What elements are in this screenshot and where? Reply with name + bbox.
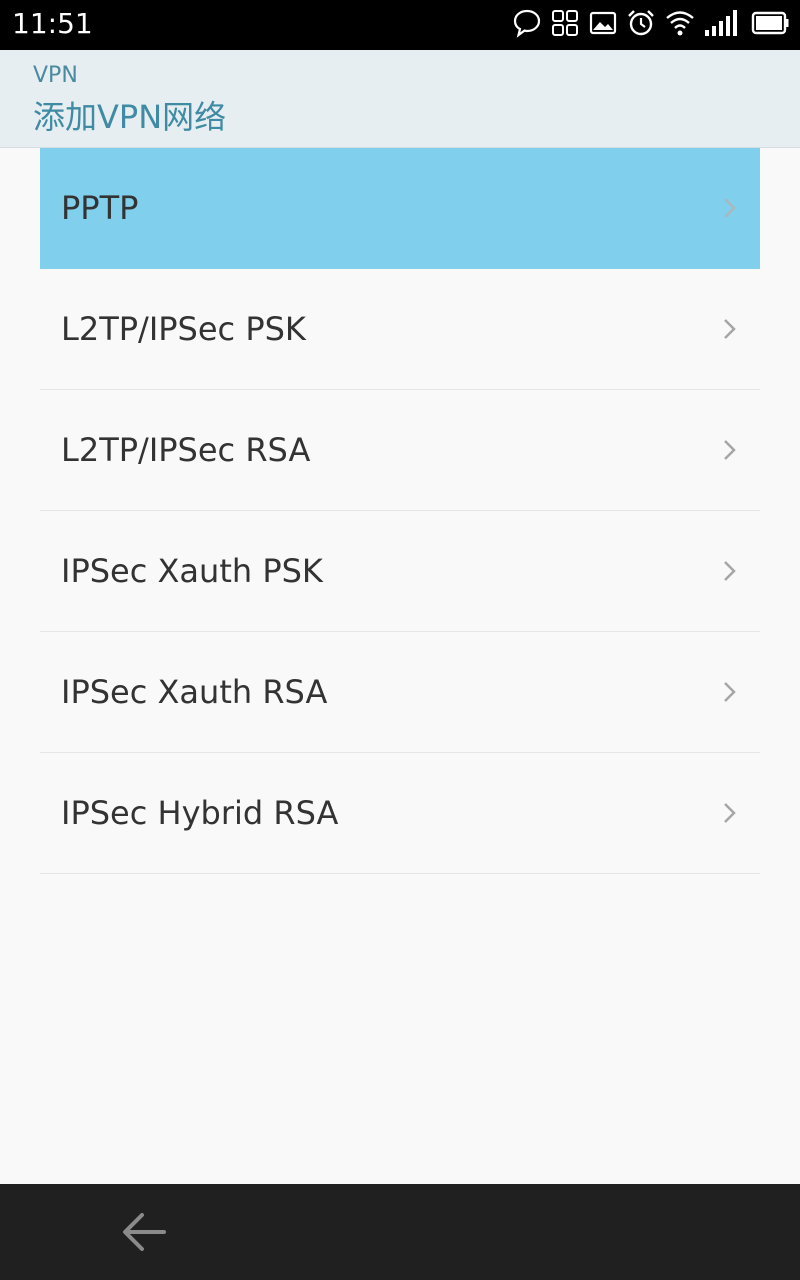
header-subtitle: VPN	[33, 63, 78, 88]
vpn-type-item-pptp[interactable]: PPTP	[40, 148, 760, 269]
vpn-type-item-l2tp-ipsec-rsa[interactable]: L2TP/IPSec RSA	[40, 390, 760, 511]
vpn-type-item-l2tp-ipsec-psk[interactable]: L2TP/IPSec PSK	[40, 269, 760, 390]
header: VPN 添加VPN网络	[0, 50, 800, 148]
vpn-type-label: IPSec Hybrid RSA	[61, 794, 339, 832]
vpn-type-list: PPTP L2TP/IPSec PSK L2TP/IPSec RSA IPSec…	[40, 148, 760, 874]
back-button[interactable]	[114, 1206, 174, 1258]
chevron-right-icon	[724, 319, 736, 339]
vpn-type-label: PPTP	[61, 189, 139, 227]
vpn-type-label: L2TP/IPSec PSK	[61, 310, 306, 348]
status-time: 11:51	[12, 7, 93, 40]
wifi-icon	[664, 8, 696, 42]
image-icon	[588, 8, 618, 42]
vpn-type-label: L2TP/IPSec RSA	[61, 431, 311, 469]
vpn-type-item-ipsec-hybrid-rsa[interactable]: IPSec Hybrid RSA	[40, 753, 760, 874]
vpn-type-label: IPSec Xauth PSK	[61, 552, 323, 590]
alarm-icon	[626, 8, 656, 42]
signal-icon	[704, 8, 742, 42]
page-title: 添加VPN网络	[33, 98, 227, 136]
chevron-right-icon	[724, 682, 736, 702]
chevron-right-icon	[724, 561, 736, 581]
back-arrow-icon	[123, 1213, 166, 1251]
chevron-right-icon	[724, 803, 736, 823]
apps-grid-icon	[550, 8, 580, 42]
chevron-right-icon	[724, 440, 736, 460]
chevron-right-icon	[724, 198, 736, 218]
status-icons	[504, 8, 790, 42]
battery-icon	[750, 8, 790, 42]
status-bar: 11:51	[0, 0, 800, 50]
navigation-bar	[0, 1184, 800, 1280]
vpn-type-item-ipsec-xauth-psk[interactable]: IPSec Xauth PSK	[40, 511, 760, 632]
vpn-type-label: IPSec Xauth RSA	[61, 673, 328, 711]
chat-bubble-icon	[512, 8, 542, 42]
vpn-type-item-ipsec-xauth-rsa[interactable]: IPSec Xauth RSA	[40, 632, 760, 753]
